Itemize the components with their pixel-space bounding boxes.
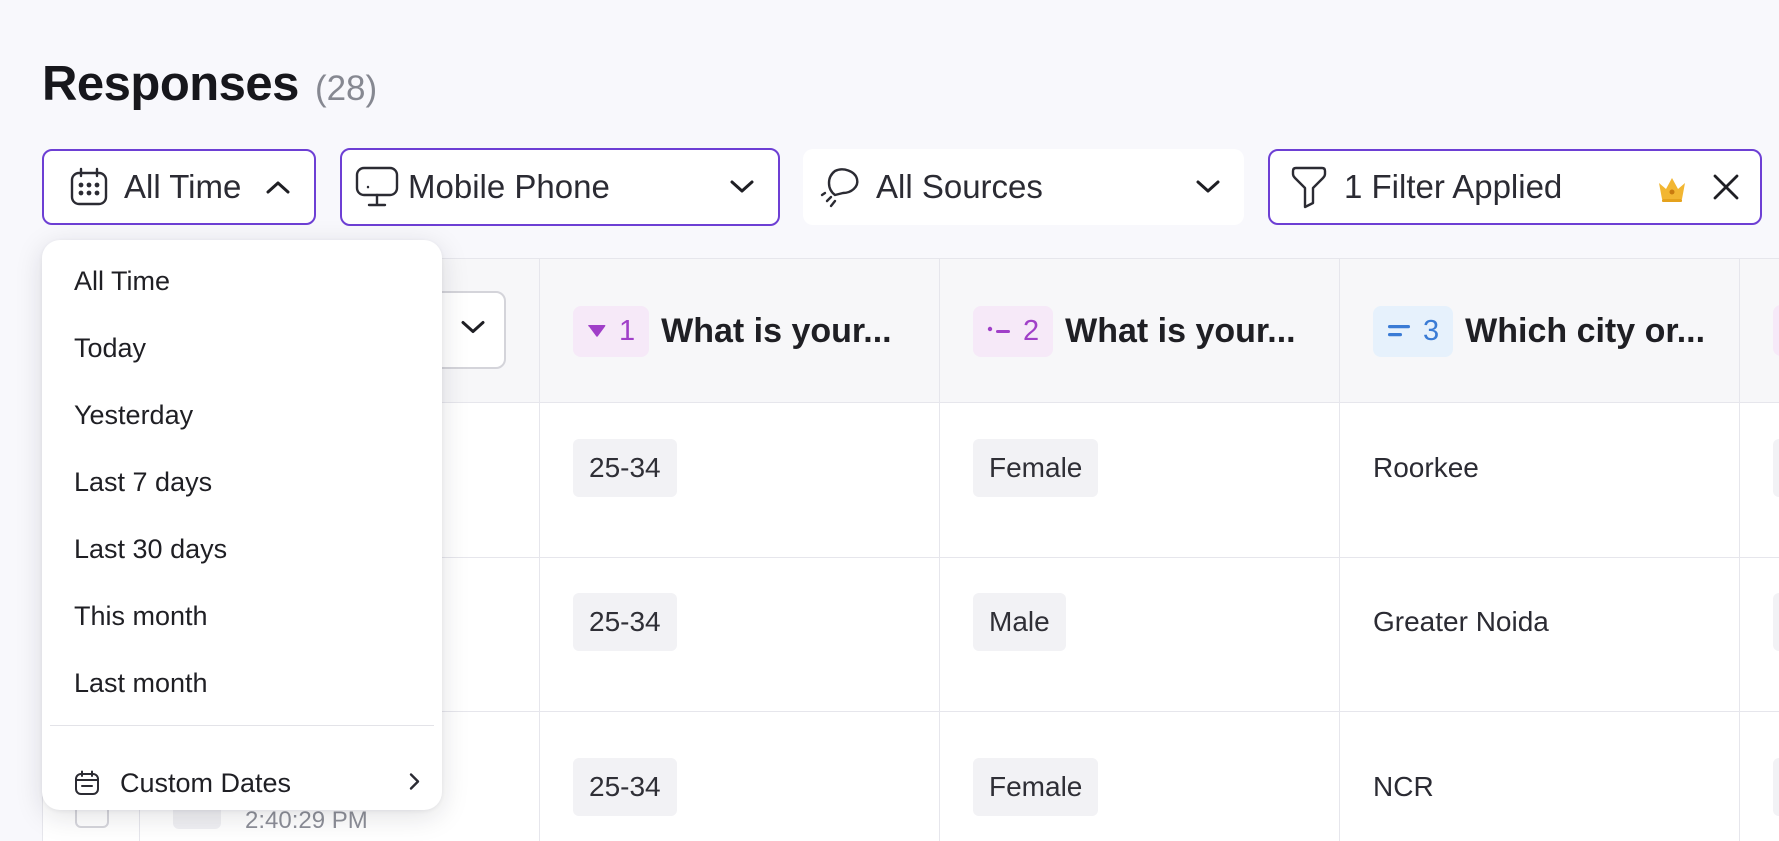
- menu-item-last-month[interactable]: Last month: [74, 655, 426, 711]
- table-cell: 25-34: [573, 593, 677, 651]
- text-type-icon: [1388, 325, 1410, 337]
- page-title: Responses: [42, 57, 299, 111]
- table-cell: Greater Noida: [1373, 606, 1549, 637]
- chevron-up-icon: [264, 173, 292, 201]
- page-header: Responses (28): [42, 56, 377, 112]
- answer-chip: [1773, 439, 1779, 497]
- time-range-menu: All Time Today Yesterday Last 7 days Las…: [42, 240, 442, 810]
- response-count: (28): [314, 69, 378, 108]
- question-badge: 1: [573, 305, 650, 357]
- chevron-down-icon: [728, 173, 756, 201]
- menu-item-last-7-days[interactable]: Last 7 days: [74, 454, 426, 510]
- device-filter-button[interactable]: Mobile Phone: [340, 148, 780, 226]
- chevron-right-icon: [408, 768, 420, 799]
- question-badge: 2: [973, 305, 1054, 357]
- question-badge: [1773, 305, 1779, 356]
- column-title: What is your...: [661, 311, 892, 350]
- crown-icon: [1656, 173, 1688, 202]
- menu-item-yesterday[interactable]: Yesterday: [74, 387, 426, 443]
- column-header-q3[interactable]: 3 Which city or...: [1373, 259, 1705, 403]
- funnel-icon: [1286, 164, 1332, 210]
- column-title: Which city or...: [1465, 311, 1706, 350]
- source-icon: [818, 164, 864, 210]
- custom-dates-label: Custom Dates: [120, 767, 292, 798]
- column-header-q1[interactable]: 1 What is your...: [573, 259, 892, 403]
- table-cell: 25-34: [573, 758, 677, 816]
- chevron-down-icon: [460, 320, 486, 341]
- device-filter-label: Mobile Phone: [408, 168, 610, 205]
- monitor-icon: [354, 164, 400, 210]
- source-filter-label: All Sources: [876, 168, 1043, 205]
- answer-chip: 25-34: [573, 439, 677, 497]
- answer-chip: Male: [973, 593, 1066, 651]
- time-filter-button[interactable]: All Time: [42, 149, 316, 225]
- menu-item-today[interactable]: Today: [74, 320, 426, 376]
- answer-chip: 25-34: [573, 758, 677, 816]
- answer-chip: [1773, 593, 1779, 651]
- menu-item-all-time[interactable]: All Time: [74, 253, 426, 309]
- menu-item-custom-dates[interactable]: Custom Dates: [72, 750, 420, 816]
- column-header-q2[interactable]: 2 What is your...: [973, 259, 1296, 403]
- column-title: What is your...: [1065, 311, 1296, 350]
- table-cell: Male: [973, 593, 1066, 651]
- choice-type-icon: [987, 326, 1010, 333]
- answer-chip: Female: [973, 439, 1099, 497]
- table-cell: Female: [973, 439, 1099, 497]
- menu-item-this-month[interactable]: This month: [74, 588, 426, 644]
- dropdown-type-icon: [588, 325, 606, 337]
- table-cell: NCR: [1373, 771, 1434, 802]
- menu-item-last-30-days[interactable]: Last 30 days: [74, 521, 426, 577]
- calendar-icon: [72, 768, 102, 798]
- calendar-icon: [66, 164, 112, 210]
- applied-filters-label: 1 Filter Applied: [1344, 168, 1563, 205]
- menu-divider: [50, 725, 434, 726]
- clear-filter-icon[interactable]: [1710, 171, 1742, 203]
- chevron-down-icon: [1194, 173, 1222, 201]
- source-filter-button[interactable]: All Sources: [803, 149, 1244, 225]
- question-badge: 3: [1373, 305, 1454, 357]
- time-filter-label: All Time: [124, 168, 242, 205]
- table-cell: 25-34: [573, 439, 677, 497]
- answer-chip: Female: [973, 758, 1099, 816]
- table-cell: Female: [973, 758, 1099, 816]
- answer-chip: 25-34: [573, 593, 677, 651]
- table-cell: Roorkee: [1373, 452, 1479, 483]
- answer-chip: [1773, 758, 1779, 816]
- applied-filters-button[interactable]: 1 Filter Applied: [1268, 149, 1762, 225]
